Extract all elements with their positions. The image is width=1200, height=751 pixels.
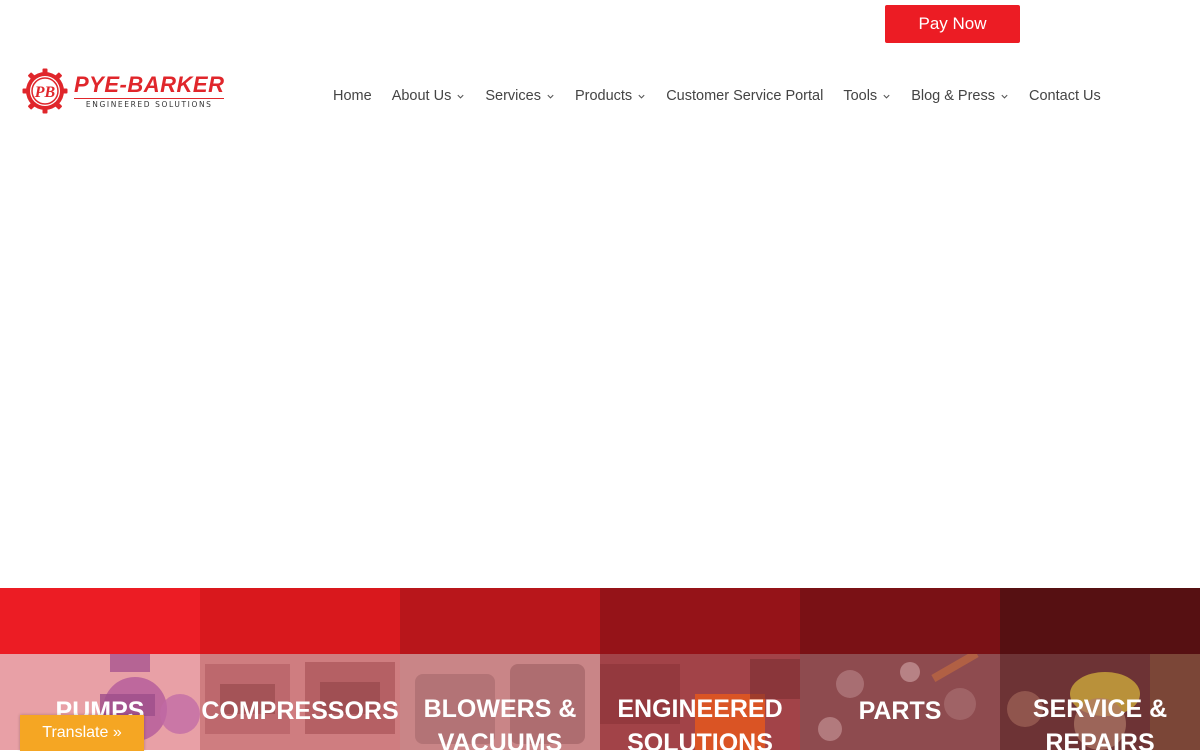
nav-label: Blog & Press — [911, 88, 996, 104]
gear-logo-icon: PB — [22, 68, 68, 114]
category-label: PARTS — [858, 697, 942, 725]
nav-label: Home — [333, 88, 372, 104]
category-tile-compressors[interactable]: COMPRESSORS — [200, 654, 400, 750]
category-label: ENGINEERED SOLUTIONS — [617, 695, 783, 750]
category-label: SERVICE & REPAIRS — [1032, 695, 1168, 750]
nav-item-tools[interactable]: Tools — [843, 88, 891, 104]
nav-item-products[interactable]: Products — [575, 88, 646, 104]
chevron-down-icon — [1001, 94, 1008, 99]
nav-label: Tools — [843, 88, 878, 104]
category-label: COMPRESSORS — [201, 697, 399, 725]
logo-title: PYE-BARKER — [74, 71, 225, 97]
nav-item-contact-us[interactable]: Contact Us — [1029, 88, 1101, 104]
category-color-band — [0, 588, 1200, 654]
main-navigation: Home About Us Services Products Customer… — [333, 84, 1101, 108]
category-tiles: PUMPS COMPRESSORS BLOWERS & VACUUMS ENGI… — [0, 654, 1200, 750]
logo-monogram: PB — [34, 84, 56, 101]
category-tile-service-repairs[interactable]: SERVICE & REPAIRS — [1000, 654, 1200, 750]
translate-button[interactable]: Translate » — [20, 715, 144, 751]
nav-item-home[interactable]: Home — [333, 88, 372, 104]
category-label: BLOWERS & VACUUMS — [423, 695, 577, 750]
nav-label: Contact Us — [1029, 88, 1101, 104]
nav-item-about-us[interactable]: About Us — [392, 88, 466, 104]
site-logo[interactable]: PB PYE-BARKER ENGINEERED SOLUTIONS — [22, 66, 232, 116]
nav-item-customer-service-portal[interactable]: Customer Service Portal — [666, 88, 823, 104]
category-tile-blowers-vacuums[interactable]: BLOWERS & VACUUMS — [400, 654, 600, 750]
nav-label: About Us — [391, 88, 452, 104]
nav-label: Customer Service Portal — [666, 88, 824, 104]
category-tile-engineered-solutions[interactable]: ENGINEERED SOLUTIONS — [600, 654, 800, 750]
band-segment — [600, 588, 800, 654]
nav-label: Products — [574, 88, 633, 104]
nav-item-services[interactable]: Services — [485, 88, 555, 104]
category-tile-parts[interactable]: PARTS — [800, 654, 1000, 750]
pay-now-button[interactable]: Pay Now — [885, 5, 1020, 43]
logo-subtitle: ENGINEERED SOLUTIONS — [74, 97, 225, 109]
chevron-down-icon — [883, 94, 890, 99]
nav-item-blog-press[interactable]: Blog & Press — [911, 88, 1009, 104]
chevron-down-icon — [457, 94, 464, 99]
nav-label: Services — [485, 88, 541, 104]
band-segment — [800, 588, 1000, 654]
band-segment — [0, 588, 200, 654]
chevron-down-icon — [547, 94, 554, 99]
band-segment — [200, 588, 400, 654]
band-segment — [400, 588, 600, 654]
band-segment — [1000, 588, 1200, 654]
chevron-down-icon — [638, 94, 645, 99]
